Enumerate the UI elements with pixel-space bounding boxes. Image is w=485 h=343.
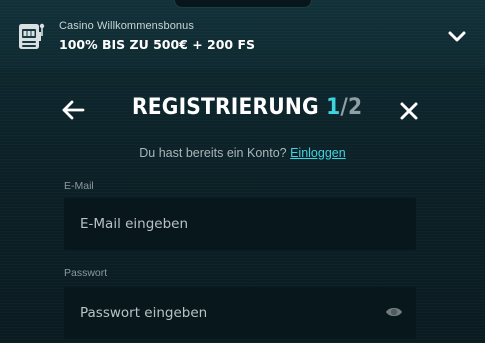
arrow-left-icon[interactable] (61, 100, 85, 120)
banner-subtitle: Casino Willkommensbonus (59, 20, 194, 32)
registration-title-text: REGISTRIERUNG (132, 95, 319, 120)
step-current: 1 (326, 95, 341, 120)
step-total: 2 (347, 95, 363, 120)
account-prompt: Du hast bereits ein Konto? (139, 146, 287, 160)
eye-icon[interactable] (385, 305, 403, 319)
password-label: Passwort (64, 267, 108, 279)
banner-title: 100% BIS ZU 500€ + 200 FS (59, 37, 256, 52)
bonus-banner[interactable]: Casino Willkommensbonus 100% BIS ZU 500€… (0, 0, 485, 68)
email-label: E-Mail (64, 180, 94, 192)
step-separator: / (340, 95, 348, 120)
password-field-container (64, 287, 416, 339)
page-title: REGISTRIERUNG 1/2 (132, 95, 362, 120)
password-field[interactable] (64, 287, 416, 339)
login-link[interactable]: Einloggen (290, 146, 346, 160)
email-field-container (64, 198, 416, 250)
chevron-down-icon[interactable] (446, 25, 468, 47)
existing-account-line: Du hast bereits ein Konto? Einloggen (48, 146, 437, 160)
close-icon[interactable] (398, 100, 420, 122)
banner-notch (174, 0, 312, 8)
email-field[interactable] (64, 198, 416, 250)
slot-machine-icon (19, 23, 45, 49)
registration-panel: REGISTRIERUNG 1/2 Du hast bereits ein Ko… (48, 68, 437, 343)
